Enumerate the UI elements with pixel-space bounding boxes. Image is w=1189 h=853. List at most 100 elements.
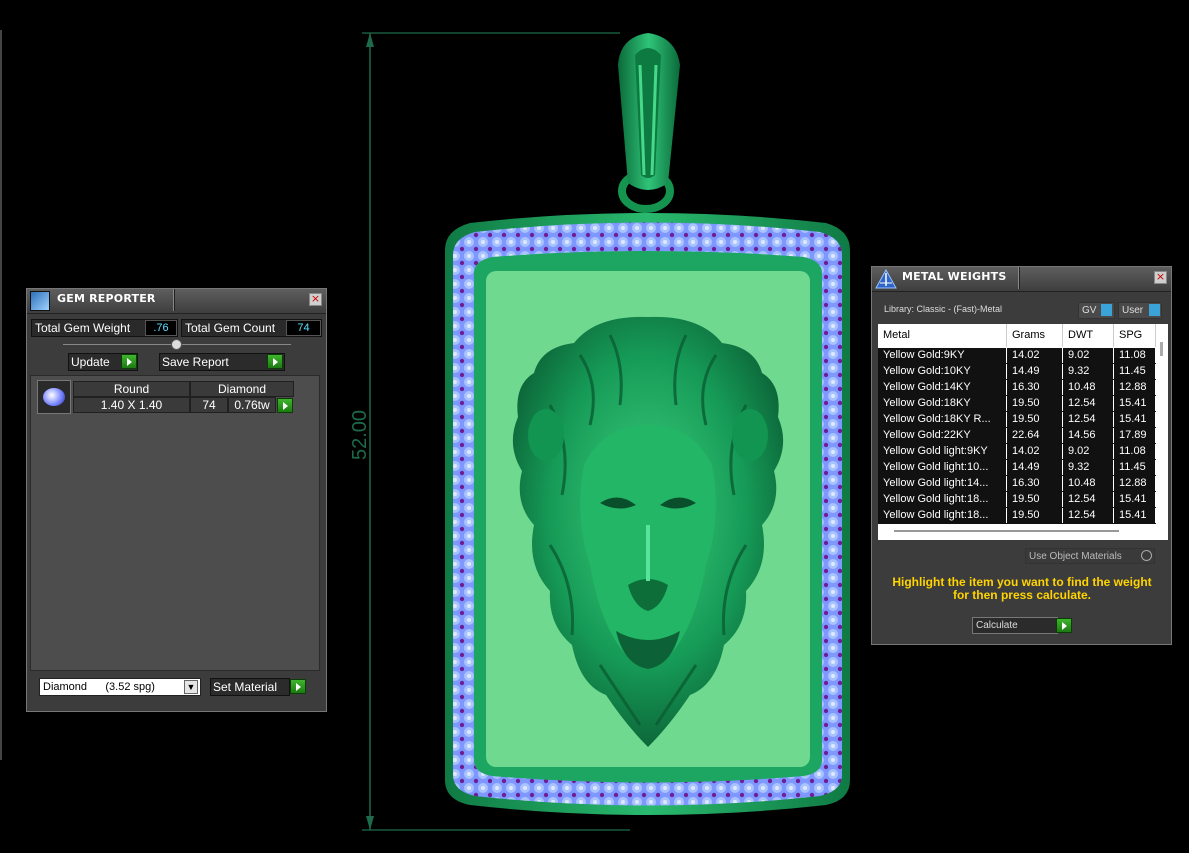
table-cell-dwt: 9.02 — [1063, 444, 1114, 459]
table-cell-dwt: 9.32 — [1063, 460, 1114, 475]
close-icon[interactable]: × — [1154, 271, 1167, 284]
table-cell-grams: 22.64 — [1007, 428, 1063, 443]
table-cell-grams: 19.50 — [1007, 492, 1063, 507]
calculate-go-icon[interactable] — [1056, 618, 1072, 633]
col-spg[interactable]: SPG — [1114, 324, 1156, 347]
gem-thumbnail[interactable] — [37, 380, 71, 414]
table-row[interactable]: Yellow Gold:18KY R... 19.50 12.54 15.41 — [878, 412, 1156, 428]
table-cell-metal: Yellow Gold:22KY — [878, 428, 1007, 443]
metal-weights-title: METAL WEIGHTS — [902, 270, 1007, 283]
gem-size: 1.40 X 1.40 — [73, 397, 190, 413]
table-cell-grams: 16.30 — [1007, 476, 1063, 491]
table-cell-spg: 15.41 — [1114, 412, 1156, 427]
table-row[interactable]: Yellow Gold light:10... 14.49 9.32 11.45 — [878, 460, 1156, 476]
table-row[interactable]: Yellow Gold:10KY 14.49 9.32 11.45 — [878, 364, 1156, 380]
calculate-button[interactable]: Calculate — [972, 617, 1058, 634]
table-cell-spg: 15.41 — [1114, 508, 1156, 523]
table-cell-dwt: 10.48 — [1063, 476, 1114, 491]
table-cell-metal: Yellow Gold light:18... — [878, 492, 1007, 507]
table-cell-metal: Yellow Gold:18KY R... — [878, 412, 1007, 427]
set-material-button[interactable]: Set Material — [210, 678, 290, 696]
metal-weights-panel: METAL WEIGHTS × Library: Classic - (Fast… — [871, 266, 1172, 645]
table-cell-dwt: 14.56 — [1063, 428, 1114, 443]
table-cell-dwt: 12.54 — [1063, 492, 1114, 507]
gem-count: 74 — [190, 397, 228, 413]
diamond-icon — [43, 388, 65, 406]
table-row[interactable]: Yellow Gold:9KY 14.02 9.02 11.08 — [878, 348, 1156, 364]
table-cell-grams: 14.02 — [1007, 348, 1063, 363]
gem-reporter-panel: GEM REPORTER × Total Gem Weight .76 Tota… — [26, 288, 327, 712]
close-icon[interactable]: × — [309, 293, 322, 306]
table-row[interactable]: Yellow Gold light:9KY 14.02 9.02 11.08 — [878, 444, 1156, 460]
table-row[interactable]: Yellow Gold light:18... 19.50 12.54 15.41 — [878, 508, 1156, 524]
table-cell-spg: 11.08 — [1114, 348, 1156, 363]
radio-icon[interactable] — [1141, 550, 1152, 561]
table-cell-spg: 17.89 — [1114, 428, 1156, 443]
table-cell-metal: Yellow Gold:10KY — [878, 364, 1007, 379]
dimension-label: 52.00 — [350, 410, 371, 460]
gem-weight: 0.76tw — [228, 397, 276, 413]
gem-report-icon — [30, 291, 50, 311]
table-cell-spg: 12.88 — [1114, 476, 1156, 491]
table-cell-dwt: 9.32 — [1063, 364, 1114, 379]
table-row[interactable]: Yellow Gold:22KY 22.64 14.56 17.89 — [878, 428, 1156, 444]
viewport-edge — [0, 30, 2, 760]
table-cell-spg: 15.41 — [1114, 396, 1156, 411]
collapse-handle[interactable] — [171, 339, 182, 350]
table-cell-spg: 11.45 — [1114, 364, 1156, 379]
table-row[interactable]: Yellow Gold:14KY 16.30 10.48 12.88 — [878, 380, 1156, 396]
table-cell-grams: 14.49 — [1007, 364, 1063, 379]
gem-row-go-icon[interactable] — [277, 398, 293, 413]
table-cell-spg: 15.41 — [1114, 492, 1156, 507]
table-cell-metal: Yellow Gold:18KY — [878, 396, 1007, 411]
table-cell-grams: 19.50 — [1007, 396, 1063, 411]
table-cell-grams: 16.30 — [1007, 380, 1063, 395]
table-cell-spg: 11.45 — [1114, 460, 1156, 475]
table-cell-metal: Yellow Gold light:14... — [878, 476, 1007, 491]
table-cell-dwt: 12.54 — [1063, 412, 1114, 427]
save-report-go-icon[interactable] — [267, 354, 283, 369]
pendant-model: 52.00 — [350, 32, 850, 831]
hint-text: Highlight the item you want to find the … — [892, 575, 1152, 602]
h-scroll-thumb[interactable] — [894, 530, 1119, 532]
gem-shape: Round — [73, 381, 190, 397]
metal-table[interactable]: Metal Grams DWT SPG Yellow Gold:9KY 14.02… — [878, 324, 1168, 540]
use-object-materials-checkbox[interactable]: Use Object Materials — [1025, 548, 1155, 564]
table-row[interactable]: Yellow Gold light:18... 19.50 12.54 15.41 — [878, 492, 1156, 508]
scrollbar[interactable] — [1156, 324, 1168, 540]
material-select[interactable]: Diamond (3.52 spg) — [39, 678, 201, 696]
table-cell-spg: 12.88 — [1114, 380, 1156, 395]
update-go-icon[interactable] — [121, 354, 137, 369]
total-gem-count-value: 74 — [286, 320, 321, 336]
user-label: User — [1122, 305, 1144, 316]
table-cell-dwt: 10.48 — [1063, 380, 1114, 395]
set-material-label: Set Material — [213, 680, 278, 694]
table-row[interactable]: Yellow Gold light:14... 16.30 10.48 12.88 — [878, 476, 1156, 492]
library-label: Library: Classic - (Fast)-Metal — [884, 304, 1003, 314]
metal-weights-titlebar[interactable]: METAL WEIGHTS × — [872, 267, 1171, 292]
table-cell-dwt: 12.54 — [1063, 396, 1114, 411]
chevron-down-icon[interactable]: ▼ — [184, 680, 198, 694]
use-object-materials-label: Use Object Materials — [1029, 551, 1122, 562]
col-metal[interactable]: Metal — [878, 324, 1007, 347]
gem-reporter-titlebar[interactable]: GEM REPORTER × — [27, 289, 326, 314]
gem-list[interactable]: Round Diamond 1.40 X 1.40 74 0.76tw — [30, 375, 320, 671]
col-grams[interactable]: Grams — [1007, 324, 1063, 347]
table-cell-dwt: 9.02 — [1063, 348, 1114, 363]
total-gem-weight-value: .76 — [145, 320, 177, 336]
table-cell-grams: 14.49 — [1007, 460, 1063, 475]
gv-toggle-icon[interactable] — [1101, 304, 1112, 316]
gem-reporter-title: GEM REPORTER — [57, 292, 156, 305]
set-material-go-icon[interactable] — [290, 679, 306, 694]
user-toggle-icon[interactable] — [1149, 304, 1160, 316]
table-row[interactable]: Yellow Gold:18KY 19.50 12.54 15.41 — [878, 396, 1156, 412]
table-cell-grams: 14.02 — [1007, 444, 1063, 459]
table-cell-grams: 19.50 — [1007, 412, 1063, 427]
col-dwt[interactable]: DWT — [1063, 324, 1114, 347]
table-cell-metal: Yellow Gold light:10... — [878, 460, 1007, 475]
calculate-label: Calculate — [976, 620, 1018, 631]
update-button-label: Update — [71, 355, 110, 369]
scroll-thumb[interactable] — [1160, 342, 1163, 356]
table-cell-metal: Yellow Gold:14KY — [878, 380, 1007, 395]
gem-material: Diamond — [190, 381, 294, 397]
